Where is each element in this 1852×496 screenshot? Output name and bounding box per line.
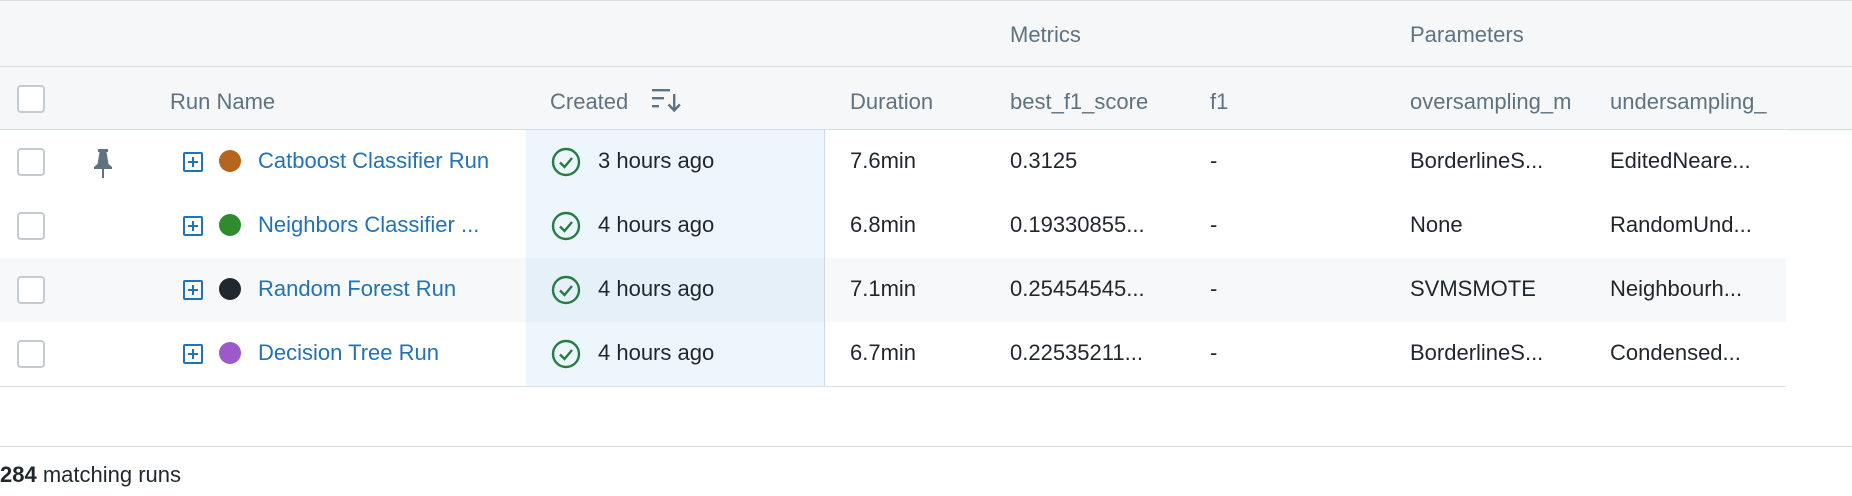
run-color-dot xyxy=(219,214,241,236)
run-name-link[interactable]: Catboost Classifier Run xyxy=(258,148,489,174)
metrics-group-label: Metrics xyxy=(1010,22,1081,47)
created-time: 3 hours ago xyxy=(598,148,715,173)
run-count-label: matching runs xyxy=(36,462,182,487)
row-checkbox[interactable] xyxy=(17,148,45,176)
success-check-icon xyxy=(551,147,581,177)
oversampling-value: BorderlineS... xyxy=(1410,148,1544,173)
column-header-duration[interactable]: Duration xyxy=(850,89,933,115)
table-row[interactable]: Decision Tree Run 4 hours ago 6.7min 0.2… xyxy=(0,322,1786,387)
undersampling-value: Condensed... xyxy=(1610,340,1741,365)
duration-value: 7.6min xyxy=(850,148,917,173)
row-checkbox[interactable] xyxy=(17,212,45,240)
created-time: 4 hours ago xyxy=(598,340,715,365)
run-color-dot xyxy=(219,150,241,172)
table-row[interactable]: Neighbors Classifier ... 4 hours ago 6.8… xyxy=(0,194,1786,259)
created-time: 4 hours ago xyxy=(598,212,715,237)
run-color-dot xyxy=(219,342,241,364)
column-header-oversampling[interactable]: oversampling_m xyxy=(1410,89,1588,115)
column-header-run-name[interactable]: Run Name xyxy=(170,89,275,115)
f1-value: - xyxy=(1210,148,1218,173)
undersampling-value: RandomUnd... xyxy=(1610,212,1752,237)
oversampling-value: BorderlineS... xyxy=(1410,340,1544,365)
run-name-link[interactable]: Neighbors Classifier ... xyxy=(258,212,479,238)
best-f1-score-value: 0.22535211... xyxy=(1010,340,1143,365)
matching-runs-count: 284 matching runs xyxy=(0,462,181,488)
oversampling-value: None xyxy=(1410,212,1463,237)
created-time: 4 hours ago xyxy=(598,276,715,301)
undersampling-value: Neighbourh... xyxy=(1610,276,1743,301)
expand-icon[interactable] xyxy=(183,152,203,172)
best-f1-score-value: 0.19330855... xyxy=(1010,212,1145,237)
duration-value: 6.8min xyxy=(850,212,917,237)
table-row[interactable]: Random Forest Run 4 hours ago 7.1min 0.2… xyxy=(0,258,1786,323)
header-divider xyxy=(0,66,1852,67)
success-check-icon xyxy=(551,211,581,241)
f1-value: - xyxy=(1210,212,1218,237)
best-f1-score-value: 0.25454545... xyxy=(1010,276,1145,301)
column-header-undersampling[interactable]: undersampling_ xyxy=(1610,89,1786,115)
success-check-icon xyxy=(551,339,581,369)
run-name-link[interactable]: Decision Tree Run xyxy=(258,340,439,366)
f1-value: - xyxy=(1210,276,1218,301)
row-checkbox[interactable] xyxy=(17,340,45,368)
oversampling-value: SVMSMOTE xyxy=(1410,276,1536,301)
table-row[interactable]: Catboost Classifier Run 3 hours ago 7.6m… xyxy=(0,130,1786,195)
run-count: 284 xyxy=(0,462,37,487)
column-header-f1[interactable]: f1 xyxy=(1210,89,1228,115)
sort-descending-icon[interactable] xyxy=(650,86,682,114)
expand-icon[interactable] xyxy=(183,344,203,364)
expand-icon[interactable] xyxy=(183,280,203,300)
run-name-link[interactable]: Random Forest Run xyxy=(258,276,456,302)
best-f1-score-value: 0.3125 xyxy=(1010,148,1078,173)
column-header-best-f1-score[interactable]: best_f1_score xyxy=(1010,89,1148,115)
undersampling-value: EditedNeare... xyxy=(1610,148,1751,173)
row-checkbox[interactable] xyxy=(17,276,45,304)
expand-icon[interactable] xyxy=(183,216,203,236)
column-header-created[interactable]: Created xyxy=(550,89,628,115)
run-color-dot xyxy=(219,278,241,300)
duration-value: 6.7min xyxy=(850,340,917,365)
footer-divider xyxy=(0,446,1852,447)
pin-icon[interactable] xyxy=(90,147,116,179)
select-all-checkbox[interactable] xyxy=(17,85,45,113)
success-check-icon xyxy=(551,275,581,305)
duration-value: 7.1min xyxy=(850,276,917,301)
parameters-group-label: Parameters xyxy=(1410,22,1524,47)
f1-value: - xyxy=(1210,340,1218,365)
